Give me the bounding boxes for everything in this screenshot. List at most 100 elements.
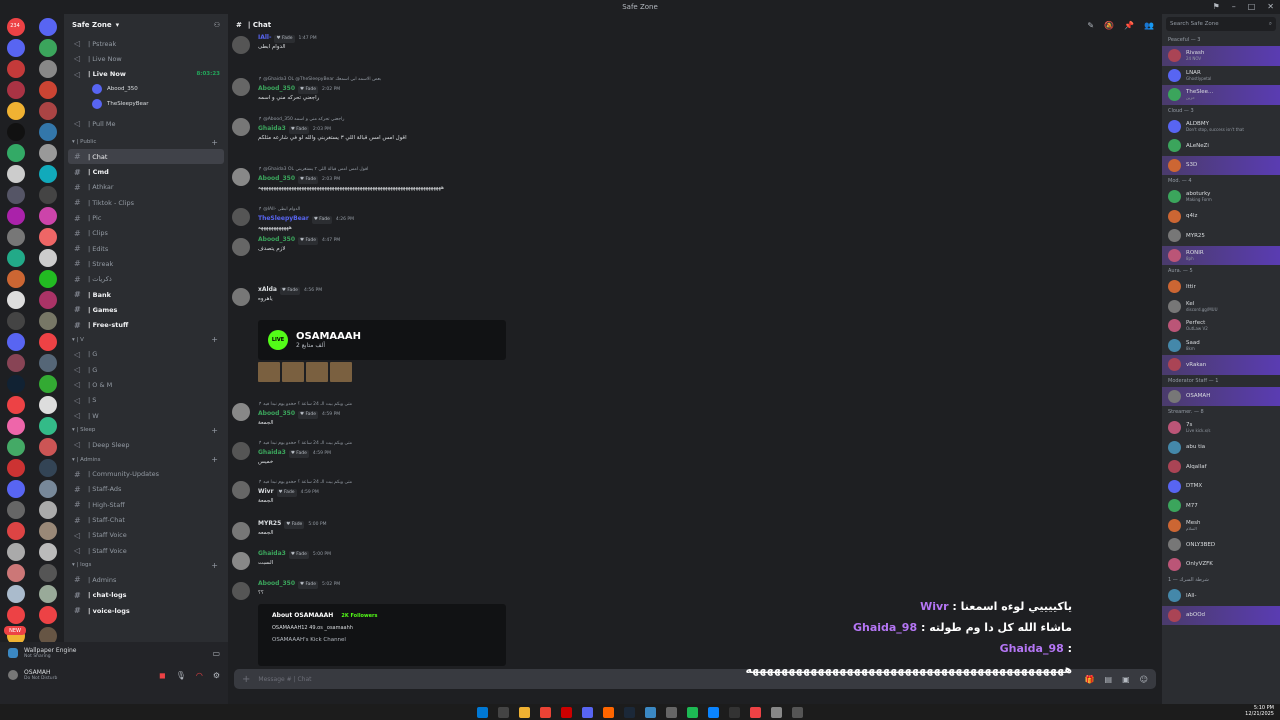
taskbar-app-icon[interactable]: [498, 706, 509, 718]
taskbar-app-icon[interactable]: [729, 706, 740, 718]
server-icon[interactable]: [39, 354, 57, 372]
server-icon[interactable]: [39, 81, 57, 99]
server-icon[interactable]: [7, 312, 25, 330]
server-icon[interactable]: [39, 144, 57, 162]
channel-item[interactable]: # | Edits: [64, 241, 228, 256]
server-icon[interactable]: [7, 249, 25, 267]
taskbar-app-icon[interactable]: [561, 706, 572, 718]
server-icon[interactable]: [39, 249, 57, 267]
channel-item[interactable]: # | Games: [64, 302, 228, 317]
channel-item[interactable]: ◁ | Live Now: [64, 51, 228, 66]
channel-item[interactable]: ◁ | Deep Sleep: [64, 437, 228, 452]
server-icon[interactable]: [7, 375, 25, 393]
message[interactable]: ↱ متى وبكم بيت الـ 24 ساعة ؟ حخدو يوم نب…: [232, 479, 352, 505]
username[interactable]: Ghaida3: [258, 125, 286, 132]
avatar[interactable]: [232, 168, 250, 186]
category-header[interactable]: ▾ | Sleep +: [64, 423, 228, 437]
server-icon[interactable]: [7, 102, 25, 120]
server-icon[interactable]: [7, 543, 25, 561]
message[interactable]: xAlda ♥ Fade 4:56 PM ياهروه: [232, 286, 322, 306]
server-icon[interactable]: [39, 333, 57, 351]
username[interactable]: MYR25: [258, 520, 281, 527]
channel-item[interactable]: # | voice-logs: [64, 603, 228, 618]
reply-preview[interactable]: ↱ @Abood_350 راجعني تحركه مني و اسمه: [258, 116, 407, 124]
member-item[interactable]: ONLY3BED: [1162, 535, 1280, 555]
server-icon[interactable]: [39, 459, 57, 477]
composer-placeholder[interactable]: Message # | Chat: [258, 676, 311, 683]
channel-item[interactable]: # | Free-stuff: [64, 317, 228, 332]
username[interactable]: TheSleepyBear: [258, 215, 309, 222]
server-icon[interactable]: [39, 123, 57, 141]
server-icon[interactable]: [39, 291, 57, 309]
member-item[interactable]: LNAR Ghostlypetal: [1162, 66, 1280, 86]
member-item[interactable]: q4lz: [1162, 207, 1280, 227]
add-user-icon[interactable]: ⚇: [214, 21, 220, 29]
channel-item[interactable]: ◁ | G: [64, 362, 228, 377]
member-item[interactable]: Perfect OutLaw V2: [1162, 316, 1280, 336]
server-header[interactable]: Safe Zone ▾ ⚇: [64, 14, 228, 36]
username[interactable]: Ghaida3: [258, 449, 286, 456]
channel-item[interactable]: ◁ | Staff Voice: [64, 528, 228, 543]
channel-item[interactable]: ◁ | Pstreak: [64, 36, 228, 51]
channel-item[interactable]: ◁ | Staff Voice: [64, 543, 228, 558]
message[interactable]: ↱ @Abood_350 راجعني تحركه مني و اسمه Ghai…: [232, 116, 407, 142]
server-icon[interactable]: [7, 186, 25, 204]
members-icon[interactable]: 👥: [1144, 21, 1154, 30]
reply-preview[interactable]: ↱ @Ghaida3 OL @TheSleepyBear بعض الاسمه …: [258, 76, 381, 84]
message[interactable]: IAll- ♥ Fade 1:47 PM الدوام ابطى: [232, 34, 317, 54]
minimize-icon[interactable]: –: [1232, 2, 1236, 11]
server-icon[interactable]: [7, 480, 25, 498]
channel-item[interactable]: # | Bank: [64, 287, 228, 302]
member-item[interactable]: abOOd: [1162, 605, 1280, 625]
category-header[interactable]: ▾ | logs +: [64, 558, 228, 572]
stream-icon[interactable]: ▭: [212, 649, 220, 658]
reply-preview[interactable]: ↱ @Ghaida3 OL اقول امس امس قبالة اللي ٣ …: [258, 166, 444, 174]
username[interactable]: Abood_350: [258, 175, 295, 182]
channel-item[interactable]: # | ذكريات: [64, 272, 228, 287]
message[interactable]: Abood_350 ♥ Fade 5:02 PM ؟؟: [232, 580, 340, 600]
search-input[interactable]: Search Safe Zone ⌕: [1166, 17, 1276, 31]
username[interactable]: Ghaida3: [258, 550, 286, 557]
username[interactable]: Wivr: [258, 488, 274, 495]
category-header[interactable]: ▾ | V +: [64, 333, 228, 347]
server-icon[interactable]: [7, 459, 25, 477]
server-icon[interactable]: [7, 291, 25, 309]
server-icon[interactable]: [7, 207, 25, 225]
voice-user[interactable]: TheSleepyBear: [64, 97, 228, 112]
gif-icon[interactable]: ▤: [1105, 675, 1113, 684]
server-icon[interactable]: [39, 312, 57, 330]
channel-item[interactable]: # | Cmd: [64, 164, 228, 179]
close-icon[interactable]: ✕: [1267, 2, 1274, 11]
game-icon[interactable]: ◼: [159, 671, 166, 680]
inbox-icon[interactable]: ⚑: [1213, 2, 1220, 11]
channel-item[interactable]: # | Staff-Chat: [64, 512, 228, 527]
gift-icon[interactable]: 🎁: [1085, 675, 1095, 684]
channel-item[interactable]: ◁ | W: [64, 408, 228, 423]
server-icon[interactable]: [7, 228, 25, 246]
server-icon[interactable]: [7, 417, 25, 435]
server-icon[interactable]: [7, 564, 25, 582]
server-icon[interactable]: [7, 270, 25, 288]
server-icon[interactable]: [39, 39, 57, 57]
taskbar-app-icon[interactable]: [540, 706, 551, 718]
server-icon[interactable]: [7, 60, 25, 78]
avatar[interactable]: [8, 670, 18, 680]
new-badge[interactable]: NEW: [4, 626, 26, 635]
message[interactable]: MYR25 ♥ Fade 5:00 PM الجمعه: [232, 520, 326, 540]
threads-icon[interactable]: ✎: [1087, 21, 1094, 30]
add-channel-icon[interactable]: +: [211, 455, 218, 464]
channel-item[interactable]: # | Staff-Ads: [64, 482, 228, 497]
server-icon[interactable]: [7, 39, 25, 57]
pin-icon[interactable]: 📌: [1124, 21, 1134, 30]
taskbar-app-icon[interactable]: [708, 706, 719, 718]
avatar[interactable]: [232, 582, 250, 600]
taskbar-app-icon[interactable]: [519, 706, 530, 718]
member-item[interactable]: vRakan: [1162, 355, 1280, 375]
server-icon[interactable]: [7, 522, 25, 540]
reply-preview[interactable]: ↱ متى وبكم بيت الـ 24 ساعة ؟ حخدو يوم نب…: [258, 479, 352, 487]
avatar[interactable]: [232, 78, 250, 96]
add-channel-icon[interactable]: +: [211, 335, 218, 344]
reply-preview[interactable]: ↱ متى وبكم بيت الـ 24 ساعة ؟ حخدو يوم نب…: [258, 440, 352, 448]
emoji-icon[interactable]: ☺: [1140, 675, 1148, 684]
member-item[interactable]: ALDBMY Don't stop, success isn't that: [1162, 117, 1280, 137]
